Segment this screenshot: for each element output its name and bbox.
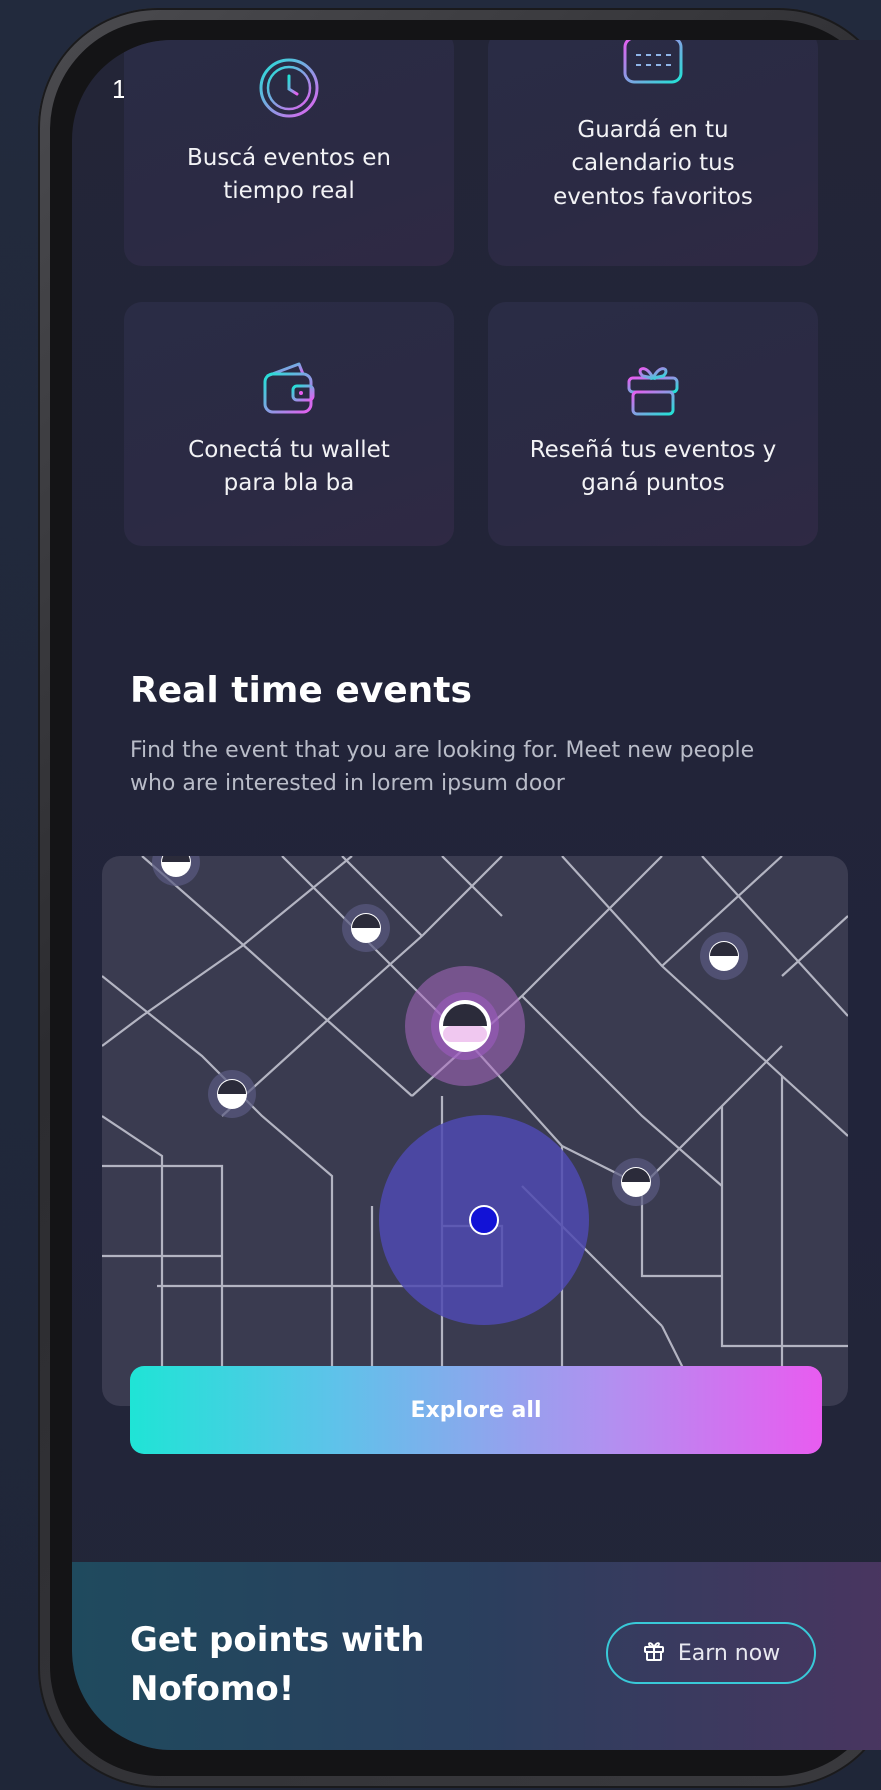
- map-pin[interactable]: [700, 932, 748, 980]
- promo-title: Get points with Nofomo!: [130, 1620, 425, 1710]
- feature-card-search[interactable]: Buscá eventos en tiempo real: [124, 40, 454, 266]
- earn-now-button[interactable]: Earn now: [606, 1622, 816, 1684]
- section-title: Real time events: [130, 670, 472, 711]
- feature-card-reviews[interactable]: Reseñá tus eventos y ganá puntos: [488, 302, 818, 546]
- map-pin[interactable]: [208, 1070, 256, 1118]
- map-streets: [102, 856, 848, 1406]
- feature-label: Guardá en tu calendario tus eventos favo…: [553, 117, 753, 210]
- earn-now-label: Earn now: [677, 1640, 781, 1666]
- map-pin-selected[interactable]: [431, 992, 499, 1060]
- gift-icon: [642, 1638, 666, 1668]
- clock-icon: [257, 56, 321, 124]
- feature-label: Reseñá tus eventos y ganá puntos: [529, 437, 777, 497]
- feature-label: Buscá eventos en tiempo real: [187, 145, 391, 205]
- events-map[interactable]: [102, 856, 848, 1406]
- feature-card-calendar[interactable]: Guardá en tu calendario tus eventos favo…: [488, 40, 818, 266]
- gift-icon: [623, 358, 683, 422]
- calendar-icon: [621, 40, 685, 90]
- map-pin[interactable]: [612, 1158, 660, 1206]
- map-pin[interactable]: [342, 904, 390, 952]
- explore-all-button[interactable]: Explore all: [130, 1366, 822, 1454]
- feature-card-wallet[interactable]: Conectá tu wallet para bla ba: [124, 302, 454, 546]
- section-description: Find the event that you are looking for.…: [130, 738, 755, 796]
- user-location-dot: [469, 1205, 499, 1235]
- wallet-icon: [259, 360, 319, 420]
- map-pin[interactable]: [152, 856, 200, 886]
- feature-label: Conectá tu wallet para bla ba: [188, 437, 390, 497]
- promo-banner: Get points with Nofomo! Earn now: [72, 1562, 881, 1750]
- app-screen: 12:30 Buscá eventos en tiempo real: [72, 40, 881, 1750]
